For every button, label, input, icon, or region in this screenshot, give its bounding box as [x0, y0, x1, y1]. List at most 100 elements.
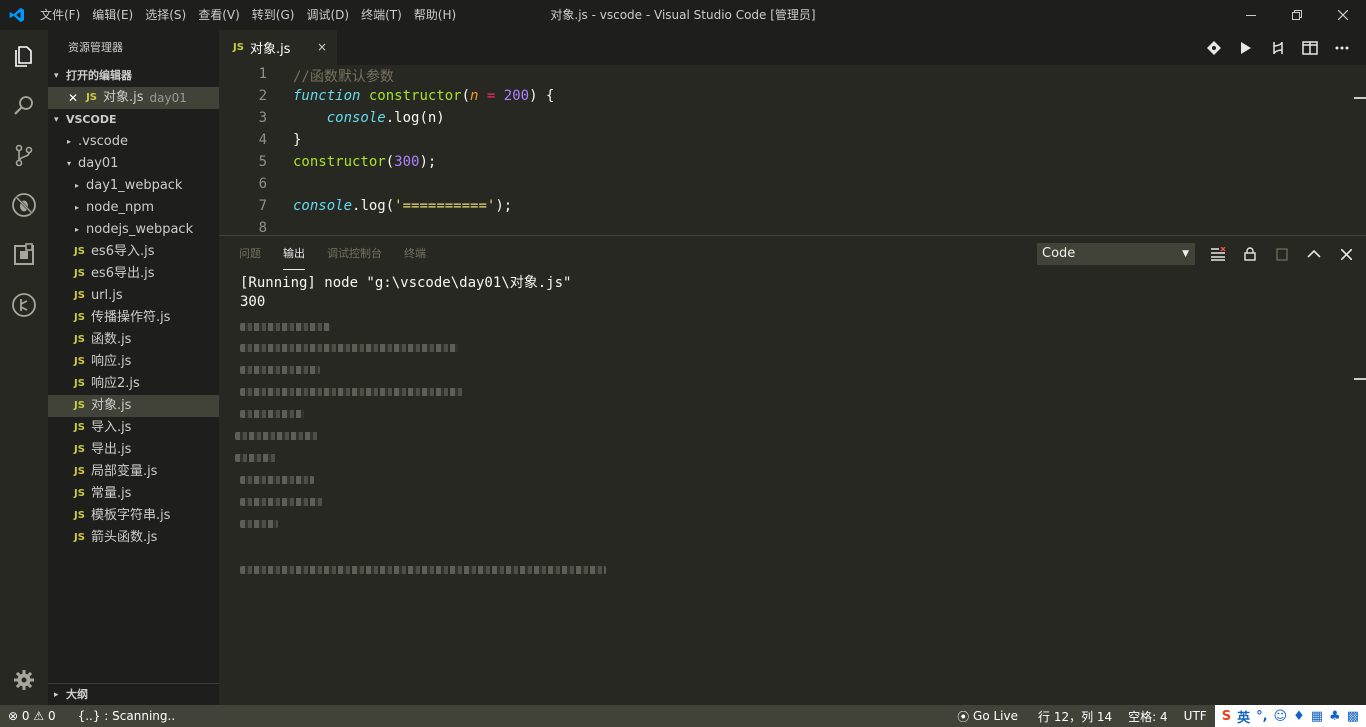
go-live-button[interactable]: ⦿ Go Live [949, 708, 1026, 725]
tab-close-button[interactable]: × [317, 40, 327, 54]
code-line-2: function constructor(n = 200) { [293, 88, 555, 104]
outline-section[interactable]: ▸ 大纲 [48, 683, 219, 705]
tree-item-label: 导入.js [90, 420, 132, 435]
tree-file[interactable]: JS es6导入.js [48, 241, 219, 263]
js-file-icon: JS [74, 532, 85, 543]
menu-goto[interactable]: 转到(G) [246, 0, 301, 30]
tree-file[interactable]: JS 局部变量.js [48, 461, 219, 483]
open-log-icon[interactable] [1266, 242, 1298, 266]
menu-file[interactable]: 文件(F) [34, 0, 86, 30]
indentation-status[interactable]: 空格: 4 [1120, 708, 1176, 725]
remote-icon[interactable] [0, 280, 48, 330]
open-editor-item[interactable]: ✕ JS 对象.js day01 [48, 87, 219, 109]
tree-file[interactable]: JS 导出.js [48, 439, 219, 461]
workspace-section[interactable]: ▾ VSCODE [48, 109, 219, 131]
close-panel-icon[interactable] [1330, 242, 1362, 266]
line-number: 6 [258, 176, 267, 192]
output-channel-select[interactable]: Code ▼ [1037, 243, 1195, 265]
punctuation-icon[interactable]: °, [1256, 709, 1267, 724]
redacted-output [235, 454, 277, 462]
title-bar: 文件(F) 编辑(E) 选择(S) 查看(V) 转到(G) 调试(D) 终端(T… [0, 0, 1366, 30]
settings-gear-icon[interactable] [0, 663, 48, 697]
tree-file[interactable]: JS 传播操作符.js [48, 307, 219, 329]
cursor-position[interactable]: 行 12，列 14 [1030, 708, 1120, 725]
minimize-button[interactable] [1228, 0, 1274, 30]
run-code-icon[interactable] [1230, 30, 1262, 65]
redacted-output [240, 498, 324, 506]
split-editor-icon[interactable] [1294, 30, 1326, 65]
lock-scroll-icon[interactable] [1234, 242, 1266, 266]
tree-item-label: es6导出.js [90, 266, 155, 281]
debug-icon[interactable] [0, 180, 48, 230]
tree-file[interactable]: JS 函数.js [48, 329, 219, 351]
tree-folder[interactable]: ▾ day01 [48, 153, 219, 175]
js-file-icon: JS [74, 422, 85, 433]
tree-folder[interactable]: ▸ node_npm [48, 197, 219, 219]
activity-bar [0, 30, 48, 705]
microphone-icon[interactable]: ♦ [1293, 709, 1305, 724]
open-editors-section[interactable]: ▾ 打开的编辑器 [48, 65, 219, 87]
keyboard-icon[interactable]: ▦ [1311, 709, 1323, 724]
tree-item-label: 箭头函数.js [90, 530, 158, 545]
menu-help[interactable]: 帮助(H) [408, 0, 462, 30]
js-file-icon: JS [74, 466, 85, 477]
open-editor-name: 对象.js [103, 90, 144, 105]
scanning-status[interactable]: {..} : Scanning.. [70, 709, 184, 723]
tab-output[interactable]: 输出 [283, 244, 305, 270]
tree-item-label: 导出.js [90, 442, 132, 457]
file-tree: ▸ .vscode ▾ day01 ▸ day1_webpack ▸ node_npm ▸ nod… [48, 131, 219, 549]
ime-toolbar[interactable]: S 英 °, ☺ ♦ ▦ ♣ ▩ [1214, 705, 1366, 727]
more-actions-icon[interactable] [1326, 30, 1358, 65]
maximize-panel-icon[interactable] [1298, 242, 1330, 266]
encoding-status[interactable]: UTF [1176, 709, 1215, 723]
close-window-button[interactable] [1320, 0, 1366, 30]
tree-file[interactable]: JS 对象.js [48, 395, 219, 417]
search-icon[interactable] [0, 80, 48, 130]
tree-file[interactable]: JS 导入.js [48, 417, 219, 439]
tree-file[interactable]: JS url.js [48, 285, 219, 307]
ime-language[interactable]: 英 [1237, 707, 1250, 726]
line-number: 3 [258, 110, 267, 126]
code-editor[interactable]: 1 2 3 4 5 6 7 8 //函数默认参数 function constructor(n… [219, 65, 1366, 235]
tree-file[interactable]: JS 模板字符串.js [48, 505, 219, 527]
tree-file[interactable]: JS es6导出.js [48, 263, 219, 285]
broadcast-icon: ⦿ [957, 709, 970, 724]
open-editor-folder: day01 [149, 91, 187, 105]
menu-debug[interactable]: 调试(D) [300, 0, 355, 30]
tree-file[interactable]: JS 箭头函数.js [48, 527, 219, 549]
chevron-down-icon: ▾ [66, 159, 71, 168]
tree-folder[interactable]: ▸ .vscode [48, 131, 219, 153]
source-control-icon[interactable] [0, 130, 48, 180]
menu-edit[interactable]: 编辑(E) [86, 0, 139, 30]
tab-terminal[interactable]: 终端 [404, 244, 426, 270]
git-compare-icon[interactable] [1198, 30, 1230, 65]
emoji-icon[interactable]: ☺ [1274, 709, 1288, 724]
toolbox-icon[interactable]: ▩ [1347, 709, 1359, 724]
tab-debug-console[interactable]: 调试控制台 [327, 244, 382, 270]
skin-icon[interactable]: ♣ [1329, 709, 1341, 724]
tree-file[interactable]: JS 常量.js [48, 483, 219, 505]
menu-view[interactable]: 查看(V) [192, 0, 246, 30]
tab-object-js[interactable]: JS 对象.js × [219, 30, 337, 65]
restore-button[interactable] [1274, 0, 1320, 30]
tab-problems[interactable]: 问题 [239, 244, 261, 270]
line-number: 4 [258, 132, 267, 148]
menu-terminal[interactable]: 终端(T) [355, 0, 408, 30]
tree-folder[interactable]: ▸ nodejs_webpack [48, 219, 219, 241]
scrollbar-marker [1354, 97, 1366, 99]
chevron-down-icon: ▾ [54, 71, 59, 81]
problems-status[interactable]: ⊗ 0 ⚠ 0 [0, 709, 64, 723]
tree-file[interactable]: JS 响应.js [48, 351, 219, 373]
clear-output-icon[interactable] [1202, 242, 1234, 266]
explorer-sidebar: 资源管理器 ▾ 打开的编辑器 ✕ JS 对象.js day01 ▾ VSCODE… [48, 30, 219, 705]
close-icon[interactable]: ✕ [68, 87, 78, 109]
code-line-5: constructor(300); [293, 154, 437, 170]
open-changes-icon[interactable] [1262, 30, 1294, 65]
tree-folder[interactable]: ▸ day1_webpack [48, 175, 219, 197]
extensions-icon[interactable] [0, 230, 48, 280]
menu-selection[interactable]: 选择(S) [139, 0, 192, 30]
tree-file[interactable]: JS 响应2.js [48, 373, 219, 395]
explorer-icon[interactable] [0, 30, 48, 80]
workspace-label: VSCODE [66, 113, 117, 126]
output-line-1: [Running] node "g:\vscode\day01\对象.js" [240, 275, 572, 291]
